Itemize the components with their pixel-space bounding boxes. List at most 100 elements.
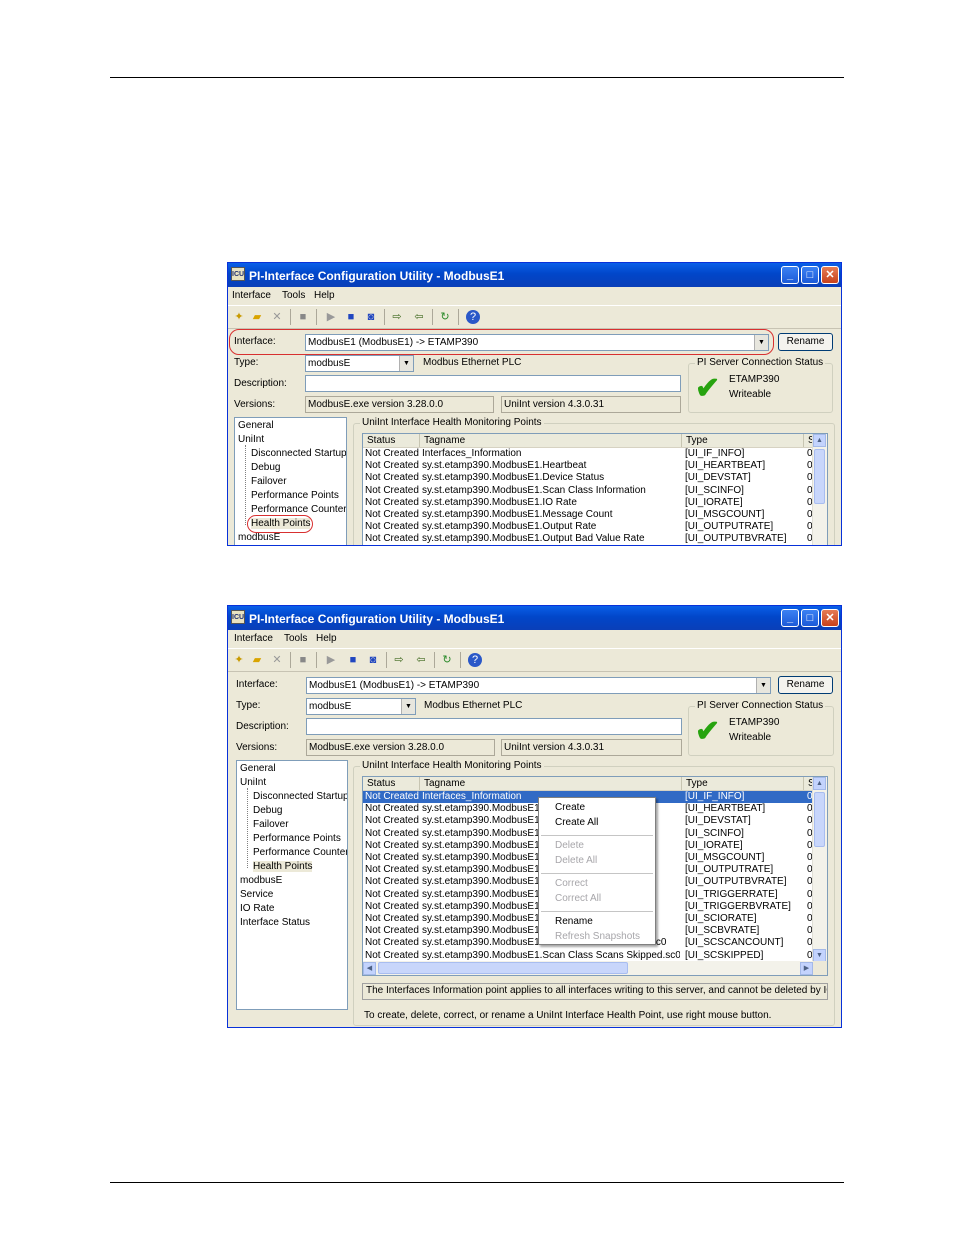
export-icon[interactable]: ⇨: [392, 653, 406, 667]
refresh-icon[interactable]: ↻: [438, 310, 452, 324]
play-icon[interactable]: ▶: [324, 653, 338, 667]
tree-item-performance-points[interactable]: Performance Points: [251, 490, 339, 501]
tree-item-uniint[interactable]: UniInt: [238, 434, 264, 445]
menu-tools[interactable]: Tools: [282, 290, 305, 301]
table-row[interactable]: Not Created sy.st.etamp390.ModbusE1.Scan …: [363, 950, 815, 962]
vertical-scrollbar[interactable]: ▲: [812, 434, 827, 545]
chevron-down-icon[interactable]: ▼: [756, 678, 770, 693]
menu-separator: [541, 835, 653, 836]
tree-item-io-rate[interactable]: IO Rate: [240, 903, 274, 914]
maximize-button[interactable]: □: [801, 609, 819, 627]
menu-help[interactable]: Help: [316, 633, 337, 644]
type-select[interactable]: modbusE ▼: [305, 355, 414, 372]
restart-icon[interactable]: ◙: [366, 653, 380, 667]
window-title: PI-Interface Configuration Utility - Mod…: [249, 612, 505, 626]
tree-item-disconnected-startup[interactable]: Disconnected Startup: [253, 791, 347, 802]
status-cell: Not Created: [365, 852, 419, 863]
tree-item-performance-counters[interactable]: Performance Counters: [251, 504, 346, 515]
minimize-button[interactable]: _: [781, 609, 799, 627]
column-status[interactable]: Status: [363, 777, 420, 790]
tree-item-failover[interactable]: Failover: [251, 476, 287, 487]
new-icon[interactable]: ✦: [232, 653, 246, 667]
tree-item-interface-status[interactable]: Interface Status: [240, 917, 310, 928]
column-tagname[interactable]: Tagname: [420, 777, 682, 790]
server-name: ETAMP390: [729, 717, 780, 728]
stop-icon[interactable]: ■: [346, 653, 360, 667]
open-icon[interactable]: ▰: [250, 653, 264, 667]
import-icon[interactable]: ⇦: [414, 653, 428, 667]
table-row[interactable]: Not Created sy.st.etamp390.ModbusE1.Scan …: [363, 485, 815, 497]
play-icon[interactable]: ▶: [324, 310, 338, 324]
tree-item-debug[interactable]: Debug: [251, 462, 280, 473]
type-cell: [UI_HEARTBEAT]: [685, 803, 766, 815]
column-tagname[interactable]: Tagname: [420, 434, 682, 447]
table-row[interactable]: Not Created Interfaces_Information [UI_IF_…: [363, 448, 815, 460]
rename-button[interactable]: Rename: [778, 676, 833, 694]
restart-icon[interactable]: ◙: [364, 310, 378, 324]
table-row[interactable]: Not Created sy.st.etamp390.ModbusE1.IO Ra…: [363, 497, 815, 509]
menu-interface[interactable]: Interface: [232, 290, 271, 301]
delete-icon[interactable]: ✕: [270, 653, 284, 667]
status-cell: Not Created: [365, 937, 419, 949]
scroll-up-icon[interactable]: ▲: [813, 434, 826, 447]
type-select[interactable]: modbusE ▼: [306, 698, 416, 715]
tree-item-modbuse[interactable]: modbusE: [240, 875, 282, 886]
table-row[interactable]: Not Created sy.st.etamp390.ModbusE1.Messa…: [363, 509, 815, 521]
import-icon[interactable]: ⇦: [412, 310, 426, 324]
icu-window-1: ICU PI-Interface Configuration Utility -…: [227, 262, 842, 546]
context-menu-rename[interactable]: Rename: [555, 916, 593, 927]
maximize-button[interactable]: □: [801, 266, 819, 284]
table-row[interactable]: Not Created sy.st.etamp390.ModbusE1.Outpu…: [363, 533, 815, 545]
scroll-thumb[interactable]: [814, 449, 825, 504]
tree-item-uniint[interactable]: UniInt: [240, 777, 266, 788]
context-menu-create[interactable]: Create: [555, 802, 585, 813]
tree-item-general[interactable]: General: [238, 420, 274, 431]
save-icon[interactable]: ■: [296, 310, 310, 324]
tree-item-performance-points[interactable]: Performance Points: [253, 833, 341, 844]
interface-label: Interface:: [236, 679, 278, 690]
description-field[interactable]: [305, 375, 681, 392]
description-field[interactable]: [306, 718, 682, 735]
menu-help[interactable]: Help: [314, 290, 335, 301]
horizontal-scroll-thumb[interactable]: [378, 962, 628, 974]
close-button[interactable]: ✕: [821, 266, 839, 284]
tree-item-failover[interactable]: Failover: [253, 819, 289, 830]
table-row[interactable]: Not Created sy.st.etamp390.ModbusE1.Heart…: [363, 460, 815, 472]
chevron-down-icon[interactable]: ▼: [399, 356, 413, 371]
context-menu-create-all[interactable]: Create All: [555, 817, 598, 828]
vertical-scrollbar[interactable]: ▲ ▼: [812, 777, 827, 963]
tree-item-debug[interactable]: Debug: [253, 805, 282, 816]
rename-button[interactable]: Rename: [778, 333, 833, 351]
menu-tools[interactable]: Tools: [284, 633, 307, 644]
tree-item-general[interactable]: General: [240, 763, 276, 774]
tree-item-modbuse[interactable]: modbusE: [238, 532, 280, 543]
menu-interface[interactable]: Interface: [234, 633, 273, 644]
interface-select[interactable]: ModbusE1 (ModbusE1) -> ETAMP390 ▼: [306, 677, 771, 694]
table-row[interactable]: Not Created sy.st.etamp390.ModbusE1.Outpu…: [363, 521, 815, 533]
scroll-left-icon[interactable]: ◀: [363, 962, 376, 975]
export-icon[interactable]: ⇨: [390, 310, 404, 324]
help-icon[interactable]: ?: [468, 653, 482, 667]
open-icon[interactable]: ▰: [250, 310, 264, 324]
chevron-down-icon[interactable]: ▼: [401, 699, 415, 714]
column-type[interactable]: Type: [682, 777, 804, 790]
refresh-icon[interactable]: ↻: [440, 653, 454, 667]
table-row[interactable]: Not Created sy.st.etamp390.ModbusE1.Devic…: [363, 472, 815, 484]
minimize-button[interactable]: _: [781, 266, 799, 284]
scroll-thumb[interactable]: [814, 792, 825, 847]
delete-icon[interactable]: ✕: [270, 310, 284, 324]
tree-item-service[interactable]: Service: [240, 889, 273, 900]
scroll-right-icon[interactable]: ▶: [800, 962, 813, 975]
horizontal-scrollbar[interactable]: ◀ ▶: [363, 961, 815, 975]
scroll-up-icon[interactable]: ▲: [813, 777, 826, 790]
column-status[interactable]: Status: [363, 434, 420, 447]
help-icon[interactable]: ?: [466, 310, 480, 324]
tree-item-disconnected-startup[interactable]: Disconnected Startup: [251, 448, 346, 459]
save-icon[interactable]: ■: [296, 653, 310, 667]
column-type[interactable]: Type: [682, 434, 804, 447]
tree-item-performance-counters[interactable]: Performance Counters: [253, 847, 347, 858]
close-button[interactable]: ✕: [821, 609, 839, 627]
new-icon[interactable]: ✦: [232, 310, 246, 324]
stop-icon[interactable]: ■: [344, 310, 358, 324]
tree-item-health-points[interactable]: Health Points: [253, 861, 313, 872]
